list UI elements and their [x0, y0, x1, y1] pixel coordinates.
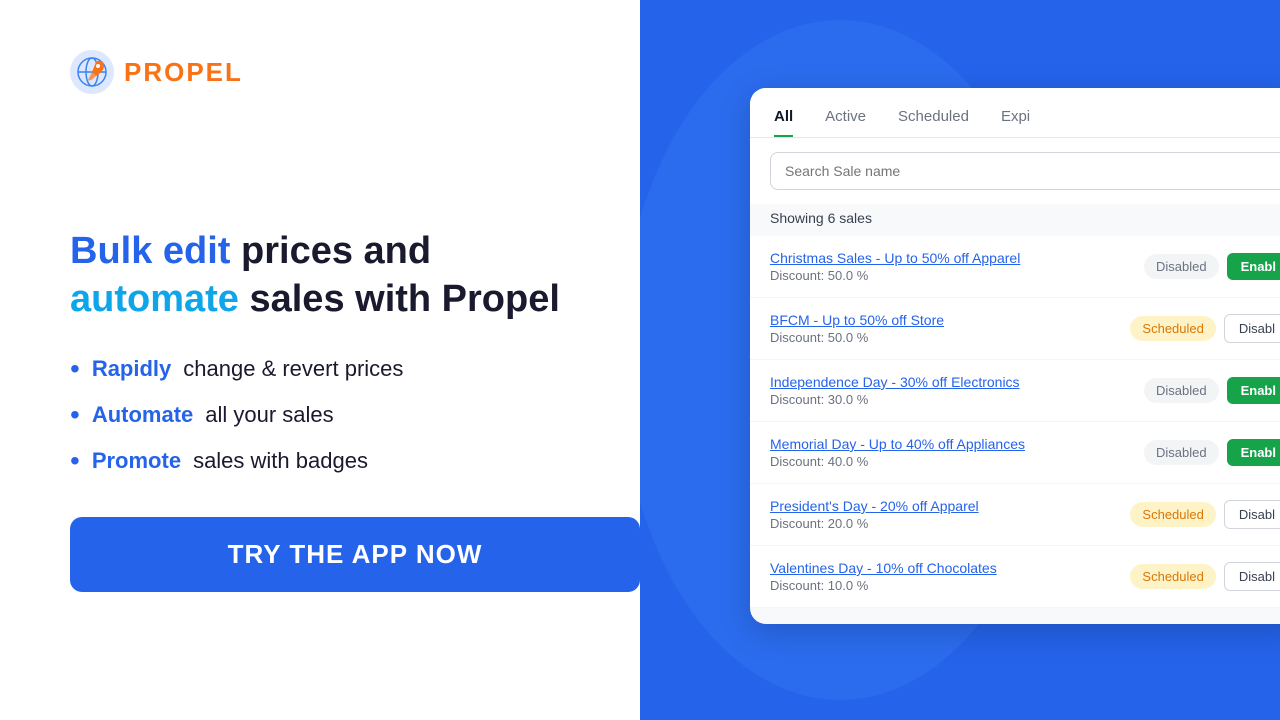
bullet-3-rest: sales with badges [193, 448, 368, 474]
sale-status-5: Scheduled [1130, 502, 1215, 527]
sale-discount-2: Discount: 50.0 % [770, 330, 1118, 345]
sale-actions-2: Scheduled Disabl [1130, 314, 1280, 343]
sale-name-5[interactable]: President's Day - 20% off Apparel [770, 498, 1118, 514]
sale-discount-1: Discount: 50.0 % [770, 268, 1132, 283]
app-card: All Active Scheduled Expi Showing 6 sale… [750, 88, 1280, 624]
sale-actions-6: Scheduled Disabl [1130, 562, 1280, 591]
cta-button[interactable]: TRY THE APP NOW [70, 517, 640, 592]
sale-name-4[interactable]: Memorial Day - Up to 40% off Appliances [770, 436, 1132, 452]
sale-discount-4: Discount: 40.0 % [770, 454, 1132, 469]
sale-name-1[interactable]: Christmas Sales - Up to 50% off Apparel [770, 250, 1132, 266]
bullet-2-rest: all your sales [205, 402, 333, 428]
tabs-bar: All Active Scheduled Expi [750, 88, 1280, 138]
sale-disable-btn-2[interactable]: Disabl [1224, 314, 1280, 343]
sale-item-4: Memorial Day - Up to 40% off Appliances … [750, 422, 1280, 484]
right-panel: All Active Scheduled Expi Showing 6 sale… [640, 0, 1280, 720]
sale-discount-3: Discount: 30.0 % [770, 392, 1132, 407]
sale-enable-btn-3[interactable]: Enabl [1227, 377, 1280, 404]
showing-label: Showing 6 sales [750, 204, 1280, 236]
sale-info-2: BFCM - Up to 50% off Store Discount: 50.… [770, 312, 1118, 345]
left-panel: PROPEL Bulk edit prices and automate sal… [0, 0, 640, 720]
headline-rest1: prices and [230, 230, 431, 272]
sale-discount-6: Discount: 10.0 % [770, 578, 1118, 593]
bullet-3-highlight: Promote [92, 448, 181, 474]
bullet-1-highlight: Rapidly [92, 356, 171, 382]
bullet-item-2: Automate all your sales [70, 401, 580, 429]
sale-item-2: BFCM - Up to 50% off Store Discount: 50.… [750, 298, 1280, 360]
sale-enable-btn-1[interactable]: Enabl [1227, 253, 1280, 280]
sale-info-3: Independence Day - 30% off Electronics D… [770, 374, 1132, 407]
logo-area: PROPEL [70, 50, 243, 94]
headline-highlight2: automate [70, 278, 239, 320]
headline-highlight1: Bulk edit [70, 230, 230, 272]
sale-actions-3: Disabled Enabl [1144, 377, 1280, 404]
sale-discount-5: Discount: 20.0 % [770, 516, 1118, 531]
bullet-list: Rapidly change & revert prices Automate … [70, 355, 580, 475]
logo-text: PROPEL [124, 57, 243, 88]
sale-info-1: Christmas Sales - Up to 50% off Apparel … [770, 250, 1132, 283]
sale-name-2[interactable]: BFCM - Up to 50% off Store [770, 312, 1118, 328]
search-input[interactable] [770, 152, 1280, 190]
sale-disable-btn-6[interactable]: Disabl [1224, 562, 1280, 591]
bullet-item-3: Promote sales with badges [70, 447, 580, 475]
sale-actions-4: Disabled Enabl [1144, 439, 1280, 466]
sale-actions-1: Disabled Enabl [1144, 253, 1280, 280]
bullet-2-highlight: Automate [92, 402, 193, 428]
sale-info-6: Valentines Day - 10% off Chocolates Disc… [770, 560, 1118, 593]
sale-info-5: President's Day - 20% off Apparel Discou… [770, 498, 1118, 531]
sale-item-3: Independence Day - 30% off Electronics D… [750, 360, 1280, 422]
sales-list: Christmas Sales - Up to 50% off Apparel … [750, 236, 1280, 608]
sale-status-1: Disabled [1144, 254, 1219, 279]
sale-status-6: Scheduled [1130, 564, 1215, 589]
propel-logo-icon [70, 50, 114, 94]
tab-active[interactable]: Active [825, 108, 866, 137]
sale-status-3: Disabled [1144, 378, 1219, 403]
sale-enable-btn-4[interactable]: Enabl [1227, 439, 1280, 466]
sale-info-4: Memorial Day - Up to 40% off Appliances … [770, 436, 1132, 469]
sale-actions-5: Scheduled Disabl [1130, 500, 1280, 529]
sale-item-6: Valentines Day - 10% off Chocolates Disc… [750, 546, 1280, 608]
headline-rest2: sales with Propel [239, 278, 560, 320]
sale-status-2: Scheduled [1130, 316, 1215, 341]
bullet-item-1: Rapidly change & revert prices [70, 355, 580, 383]
search-area [750, 138, 1280, 204]
bullet-1-rest: change & revert prices [183, 356, 403, 382]
headline: Bulk edit prices and automate sales with… [70, 228, 580, 323]
tab-expired[interactable]: Expi [1001, 108, 1030, 137]
sale-disable-btn-5[interactable]: Disabl [1224, 500, 1280, 529]
sale-item-1: Christmas Sales - Up to 50% off Apparel … [750, 236, 1280, 298]
sale-item-5: President's Day - 20% off Apparel Discou… [750, 484, 1280, 546]
sale-name-6[interactable]: Valentines Day - 10% off Chocolates [770, 560, 1118, 576]
tab-scheduled[interactable]: Scheduled [898, 108, 969, 137]
tab-all[interactable]: All [774, 108, 793, 137]
sale-name-3[interactable]: Independence Day - 30% off Electronics [770, 374, 1132, 390]
sale-status-4: Disabled [1144, 440, 1219, 465]
